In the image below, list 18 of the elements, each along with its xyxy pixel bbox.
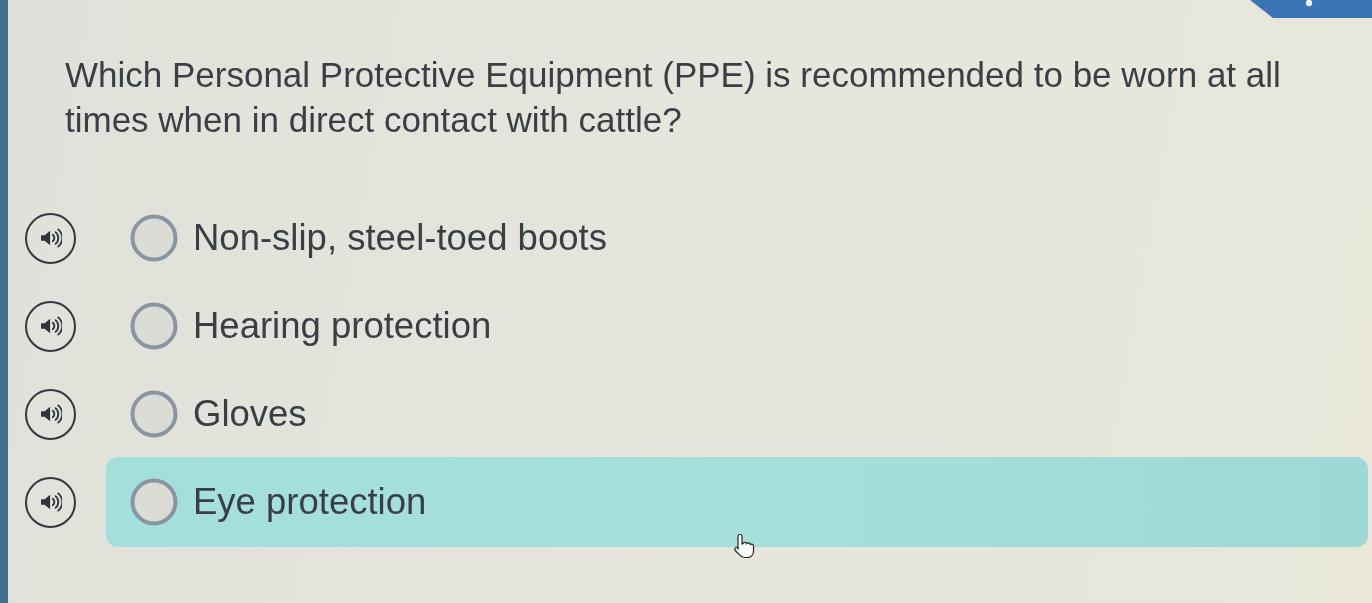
radio-button[interactable] (130, 302, 178, 350)
radio-button[interactable] (130, 390, 178, 438)
answer-option[interactable]: Eye protection (106, 457, 1368, 547)
audio-button[interactable] (25, 476, 76, 528)
answer-option[interactable]: Gloves (106, 369, 331, 459)
audio-button[interactable] (25, 300, 76, 352)
hand-cursor-icon (733, 533, 755, 559)
speaker-icon (39, 404, 62, 424)
radio-button[interactable] (130, 478, 178, 526)
audio-button[interactable] (25, 212, 76, 264)
answer-option[interactable]: Non-slip, steel-toed boots (106, 193, 631, 283)
answer-option[interactable]: Hearing protection (106, 281, 516, 371)
speaker-icon (39, 492, 62, 512)
speaker-icon (39, 316, 62, 336)
audio-button[interactable] (25, 388, 76, 440)
question-text: Which Personal Protective Equipment (PPE) is recommended to be worn at all times when in direct contact with cattle? (65, 54, 1282, 141)
speaker-icon (39, 228, 62, 248)
radio-button[interactable] (130, 214, 178, 262)
